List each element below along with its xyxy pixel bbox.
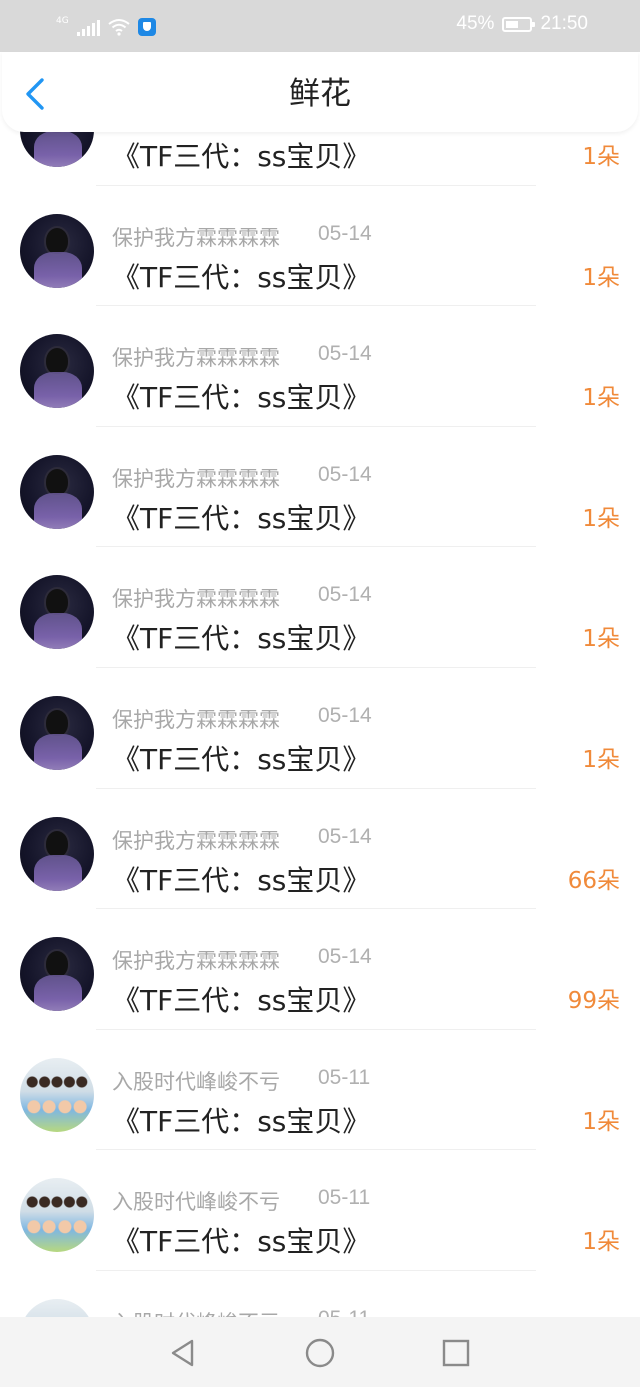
screen: 《TF三代：ss宝贝》 1朵 保护我方霖霖霖霖 05-14 《TF三代：ss宝贝》 1朵保… (0, 0, 640, 1387)
page-title: 鲜花 (289, 76, 351, 112)
item-flower-count: 1朵 (582, 144, 620, 170)
item-book-title: 《TF三代：ss宝贝》 (112, 501, 371, 535)
list-item[interactable]: 保护我方霖霖霖霖 05-14 《TF三代：ss宝贝》 1朵 (0, 427, 640, 548)
item-book-title: 《TF三代：ss宝贝》 (112, 984, 371, 1018)
item-date: 05-14 (318, 342, 372, 366)
item-date: 05-14 (318, 703, 372, 727)
avatar[interactable] (20, 1178, 94, 1253)
list-item[interactable]: 保护我方霖霖霖霖 05-14 《TF三代：ss宝贝》 99朵 (0, 909, 640, 1030)
item-flower-count: 1朵 (582, 385, 620, 412)
item-book-title: 《TF三代：ss宝贝》 (112, 260, 371, 294)
avatar[interactable] (20, 575, 94, 650)
item-book-title: 《TF三代：ss宝贝》 (112, 1225, 371, 1259)
item-username: 保护我方霖霖霖霖 (112, 346, 280, 371)
item-username: 保护我方霖霖霖霖 (112, 466, 280, 491)
shield-icon (137, 18, 156, 36)
avatar[interactable] (20, 1057, 94, 1132)
item-book-title: 《TF三代：ss宝贝》 (112, 622, 371, 656)
item-date: 05-14 (318, 583, 372, 607)
item-username: 入股时代峰峻不亏 (112, 1190, 280, 1215)
square-recent-icon[interactable] (439, 1336, 473, 1370)
item-flower-count: 1朵 (582, 1108, 620, 1135)
item-username: 保护我方霖霖霖霖 (112, 225, 280, 250)
list-item[interactable]: 保护我方霖霖霖霖 05-14 《TF三代：ss宝贝》 1朵 (0, 668, 640, 789)
clock: 21:50 (540, 13, 588, 34)
item-flower-count: 1朵 (582, 1229, 620, 1256)
avatar[interactable] (20, 937, 94, 1012)
item-flower-count: 1朵 (582, 264, 620, 291)
item-flower-count: 1朵 (582, 746, 620, 773)
network-label: 4G (56, 16, 69, 26)
list-item[interactable]: 入股时代峰峻不亏 05-11 《TF三代：ss宝贝》 1朵 (0, 1150, 640, 1271)
item-date: 05-14 (318, 945, 372, 969)
item-date: 05-11 (318, 1065, 371, 1089)
battery-percent: 45% (456, 13, 495, 34)
list-item[interactable]: 保护我方霖霖霖霖 05-14 《TF三代：ss宝贝》 1朵 (0, 306, 640, 427)
item-username: 保护我方霖霖霖霖 (112, 828, 280, 853)
item-book-title: 《TF三代：ss宝贝》 (112, 1104, 371, 1138)
list-item[interactable]: 入股时代峰峻不亏 05-11 《TF三代：ss宝贝》 1朵 (0, 1030, 640, 1151)
battery-icon (502, 16, 536, 32)
signal-icon (76, 20, 100, 36)
item-book-title: 《TF三代：ss宝贝》 (112, 140, 371, 173)
triangle-back-icon[interactable] (166, 1336, 200, 1370)
flower-list: 《TF三代：ss宝贝》 1朵 保护我方霖霖霖霖 05-14 《TF三代：ss宝贝》 1朵保… (0, 65, 640, 1387)
item-flower-count: 66朵 (567, 867, 620, 894)
item-flower-count: 1朵 (582, 626, 620, 653)
avatar[interactable] (20, 454, 94, 529)
avatar[interactable] (20, 816, 94, 891)
avatar[interactable] (20, 334, 94, 409)
avatar[interactable] (20, 213, 94, 288)
item-username: 入股时代峰峻不亏 (112, 1069, 280, 1094)
circle-home-icon[interactable] (303, 1336, 337, 1370)
avatar[interactable] (20, 695, 94, 770)
item-book-title: 《TF三代：ss宝贝》 (112, 742, 371, 776)
status-bar: 4G 45% 21:50 (0, 0, 640, 52)
list-item[interactable]: 保护我方霖霖霖霖 05-14 《TF三代：ss宝贝》 1朵 (0, 186, 640, 307)
wifi-icon (108, 19, 130, 36)
list-item[interactable]: 保护我方霖霖霖霖 05-14 《TF三代：ss宝贝》 66朵 (0, 789, 640, 910)
item-date: 05-14 (318, 221, 372, 245)
status-right: 45% 21:50 (456, 13, 588, 35)
item-date: 05-14 (318, 462, 372, 486)
item-flower-count: 1朵 (582, 505, 620, 532)
item-date: 05-14 (318, 824, 372, 848)
item-username: 保护我方霖霖霖霖 (112, 587, 280, 612)
system-nav-bar (0, 1317, 640, 1387)
item-username: 保护我方霖霖霖霖 (112, 707, 280, 732)
item-flower-count: 99朵 (567, 988, 620, 1015)
list-item[interactable]: 保护我方霖霖霖霖 05-14 《TF三代：ss宝贝》 1朵 (0, 547, 640, 668)
status-left: 4G (56, 14, 156, 36)
app-header: 鲜花 (2, 52, 638, 132)
item-book-title: 《TF三代：ss宝贝》 (112, 381, 371, 415)
item-username: 保护我方霖霖霖霖 (112, 949, 280, 974)
item-date: 05-11 (318, 1186, 371, 1210)
item-book-title: 《TF三代：ss宝贝》 (112, 863, 371, 897)
